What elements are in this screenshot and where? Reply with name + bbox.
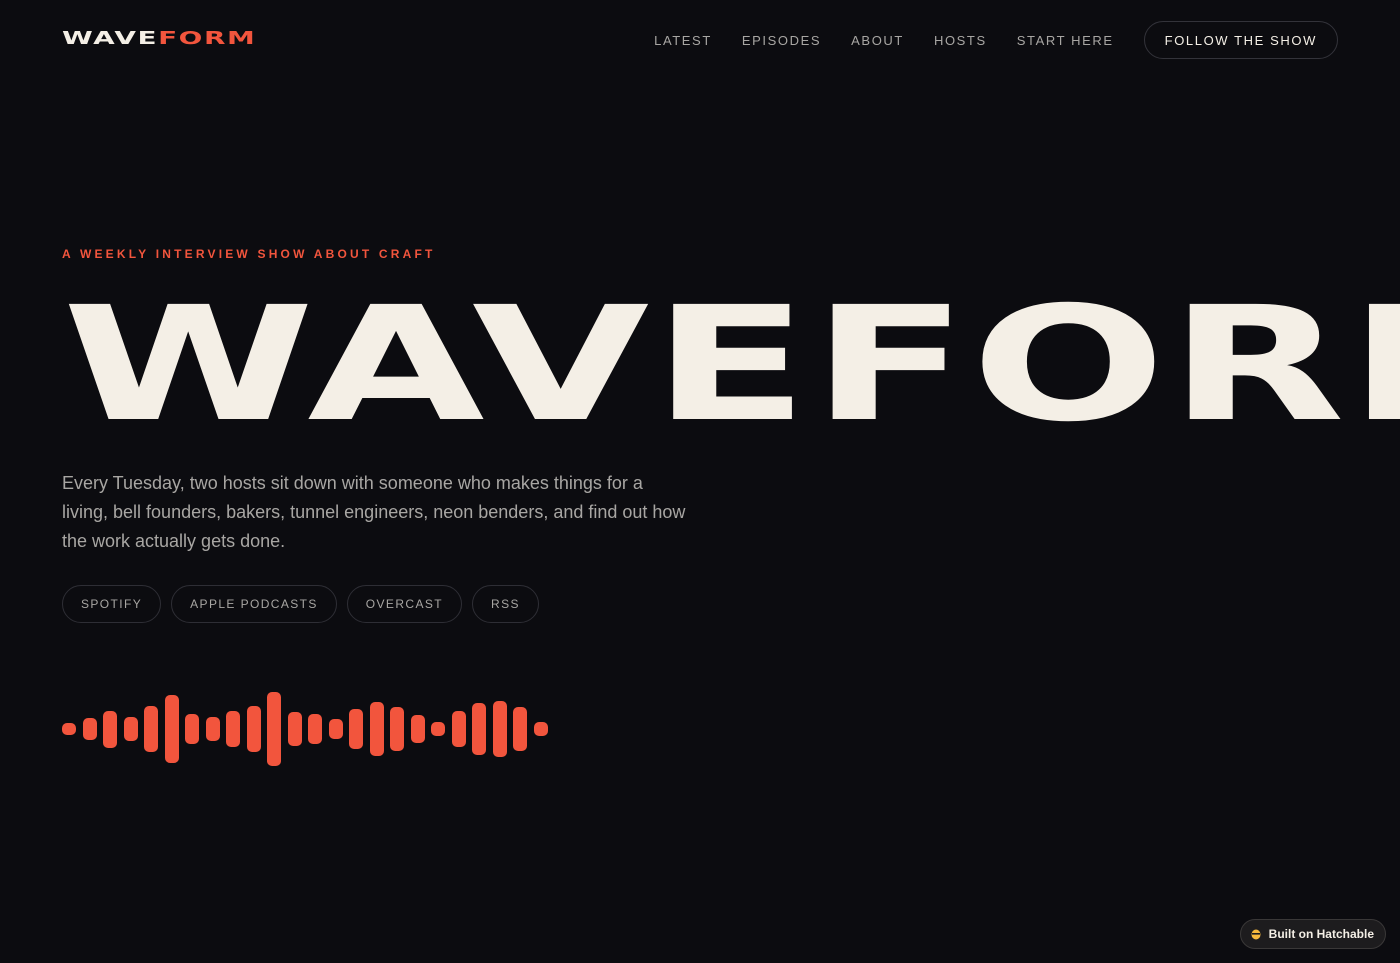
- nav-link-latest[interactable]: LATEST: [654, 33, 712, 48]
- platform-link-apple-podcasts[interactable]: APPLE PODCASTS: [171, 585, 337, 623]
- platform-link-spotify[interactable]: SPOTIFY: [62, 585, 162, 623]
- built-on-hatchable-badge[interactable]: Built on Hatchable: [1239, 919, 1386, 949]
- hatchable-logo-icon: [1251, 929, 1261, 940]
- waveform-bar: [103, 710, 117, 748]
- waveform-bar: [369, 701, 384, 757]
- waveform-bar: [185, 714, 199, 744]
- waveform-bar: [123, 716, 138, 742]
- waveform-bar: [328, 719, 343, 739]
- follow-the-show-button[interactable]: FOLLOW THE SHOW: [1143, 21, 1338, 59]
- nav-link-episodes[interactable]: EPISODES: [742, 33, 821, 48]
- waveform-bar: [472, 703, 486, 755]
- waveform-bar: [226, 711, 240, 747]
- waveform-bar: [287, 711, 302, 746]
- hero-title-wrapper: WAVEFORM: [0, 290, 1400, 440]
- waveform-bar: [492, 700, 507, 758]
- waveform-bar: [82, 717, 97, 741]
- nav-link-start-here[interactable]: START HERE: [1017, 33, 1114, 48]
- waveform-bar: [246, 706, 261, 752]
- waveform-bar: [349, 708, 363, 750]
- logo-wave: WAVE: [62, 28, 159, 49]
- badge-label: Built on Hatchable: [1268, 927, 1374, 941]
- hero-title: WAVEFORM: [62, 290, 1400, 440]
- waveform-bar: [205, 716, 220, 742]
- platform-link-rss[interactable]: RSS: [472, 585, 539, 623]
- platform-link-overcast[interactable]: OVERCAST: [346, 585, 462, 623]
- waveform-bar: [308, 714, 322, 744]
- nav-link-hosts[interactable]: HOSTS: [934, 33, 987, 48]
- waveform-bar: [451, 711, 466, 747]
- waveform-graphic: [62, 680, 562, 780]
- waveform-bar: [431, 722, 445, 736]
- logo-form: FORM: [158, 28, 257, 49]
- waveform-bar: [62, 723, 76, 735]
- waveform-bar: [410, 715, 425, 743]
- waveform-bar: [144, 706, 158, 752]
- waveform-bar: [164, 694, 179, 764]
- waveform-bar: [533, 722, 548, 736]
- waveform-bar: [267, 692, 281, 766]
- main-nav: LATEST EPISODES ABOUT HOSTS START HERE F…: [654, 20, 1338, 60]
- waveform-bar: [513, 706, 527, 752]
- hero-eyebrow: A WEEKLY INTERVIEW SHOW ABOUT CRAFT: [62, 247, 436, 261]
- site-logo[interactable]: WAVEFORM: [62, 28, 256, 50]
- waveform-bar: [390, 706, 404, 752]
- hero-intro: Every Tuesday, two hosts sit down with s…: [62, 473, 686, 551]
- platform-links: SPOTIFY APPLE PODCASTS OVERCAST RSS: [62, 585, 549, 623]
- nav-link-about[interactable]: ABOUT: [851, 33, 904, 48]
